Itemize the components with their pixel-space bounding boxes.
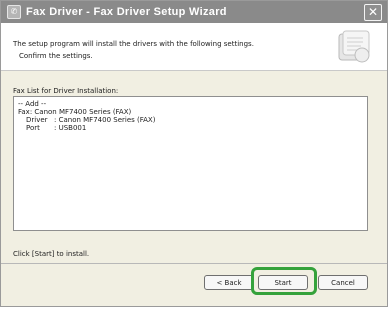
title-bar[interactable]: ✆ Fax Driver - Fax Driver Setup Wizard ✕ [1,1,387,23]
footer-divider [1,263,387,264]
close-button[interactable]: ✕ [364,4,382,21]
fax-app-icon: ✆ [7,5,21,19]
port-row: Port : USB001 [18,124,363,132]
fax-line: Fax: Canon MF7400 Series (FAX) [18,108,132,116]
driver-value: : Canon MF7400 Series (FAX) [54,116,156,124]
driver-key: Driver [26,116,48,124]
port-value: : USB001 [54,124,87,132]
install-hint: Click [Start] to install. [13,250,90,258]
start-button[interactable]: Start [258,275,308,290]
installer-graphic-icon [338,30,370,63]
fax-list-box[interactable]: -- Add -- Fax: Canon MF7400 Series (FAX)… [13,96,368,231]
header-subinstruction: Confirm the settings. [19,52,93,60]
cancel-button[interactable]: Cancel [318,275,368,290]
header-instruction: The setup program will install the drive… [13,40,254,48]
port-key: Port [26,124,40,132]
setup-wizard-window: ✆ Fax Driver - Fax Driver Setup Wizard ✕… [0,0,388,307]
window-title: Fax Driver - Fax Driver Setup Wizard [26,6,227,18]
add-header: -- Add -- [18,100,47,108]
back-button[interactable]: < Back [204,275,254,290]
fax-list-label: Fax List for Driver Installation: [13,87,119,95]
wizard-header: The setup program will install the drive… [1,23,387,71]
driver-row: Driver : Canon MF7400 Series (FAX) [18,116,363,124]
